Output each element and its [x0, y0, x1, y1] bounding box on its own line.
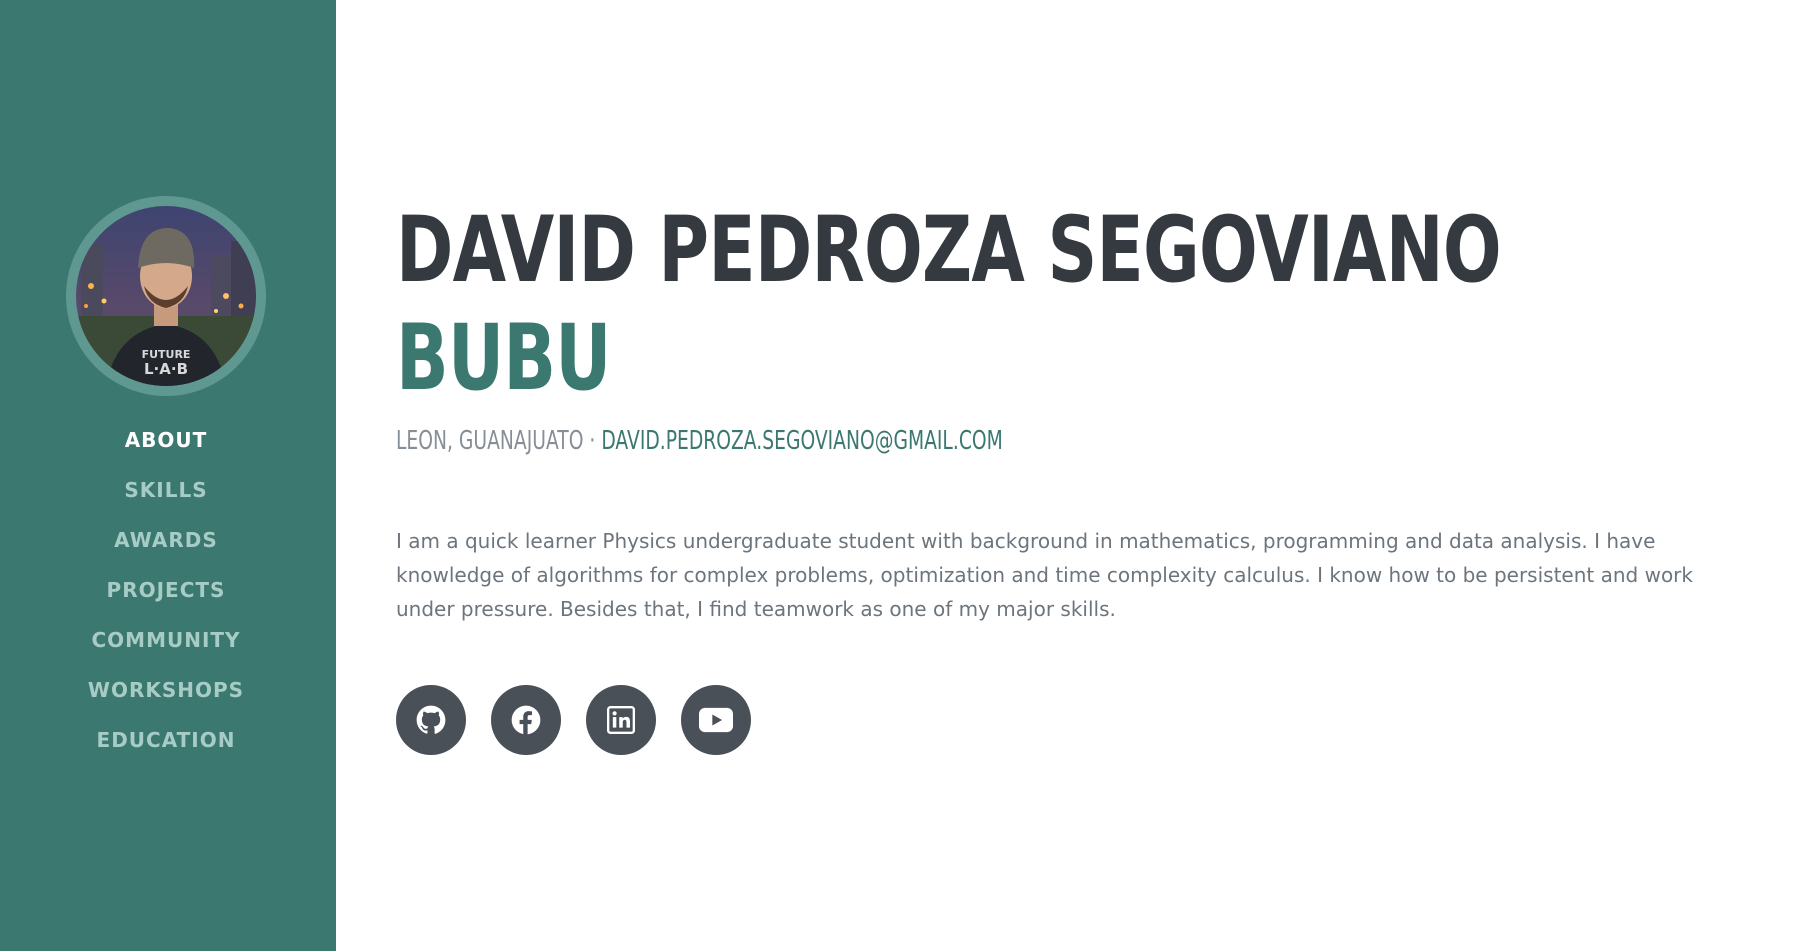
- bio-paragraph: I am a quick learner Physics undergradua…: [396, 529, 1693, 621]
- nav-item-skills[interactable]: SKILLS: [0, 475, 332, 525]
- nav-item-workshops[interactable]: WORKSHOPS: [0, 675, 332, 725]
- nav-item-education[interactable]: EDUCATION: [0, 725, 332, 775]
- nav-item-about[interactable]: ABOUT: [0, 425, 332, 475]
- profile-photo-icon: FUTURE L·A·B: [76, 206, 256, 386]
- github-button[interactable]: [396, 685, 466, 755]
- contact-subheading: LEON, GUANAJUATO · DAVID.PEDROZA.SEGOVIA…: [396, 425, 1003, 457]
- nav-item-community[interactable]: COMMUNITY: [0, 625, 332, 675]
- avatar: FUTURE L·A·B: [76, 206, 256, 386]
- page-title: DAVID PEDROZA SEGOVIANO: [396, 198, 1502, 303]
- email-link[interactable]: DAVID.PEDROZA.SEGOVIANO@GMAIL.COM: [601, 426, 1002, 456]
- separator-dot: ·: [583, 426, 602, 456]
- about-section: DAVID PEDROZA SEGOVIANO BUBU LEON, GUANA…: [396, 0, 1736, 951]
- github-icon: [416, 705, 446, 734]
- nav-item-projects[interactable]: PROJECTS: [0, 575, 332, 625]
- social-icons: [396, 685, 776, 755]
- nickname-title: BUBU: [396, 306, 611, 411]
- nav-item-awards[interactable]: AWARDS: [0, 525, 332, 575]
- facebook-button[interactable]: [491, 685, 561, 755]
- svg-text:L·A·B: L·A·B: [144, 360, 188, 378]
- avatar-ring[interactable]: FUTURE L·A·B: [66, 196, 266, 396]
- location-text: LEON, GUANAJUATO: [396, 426, 584, 456]
- linkedin-button[interactable]: [586, 685, 656, 755]
- youtube-icon: [699, 707, 733, 733]
- linkedin-icon: [607, 706, 635, 734]
- sidebar-nav: ABOUT SKILLS AWARDS PROJECTS COMMUNITY W…: [0, 425, 332, 775]
- sidebar: FUTURE L·A·B ABOUT SKILLS AWARDS PROJECT…: [0, 0, 336, 951]
- page: FUTURE L·A·B ABOUT SKILLS AWARDS PROJECT…: [0, 0, 1817, 951]
- facebook-icon: [511, 705, 541, 735]
- youtube-button[interactable]: [681, 685, 751, 755]
